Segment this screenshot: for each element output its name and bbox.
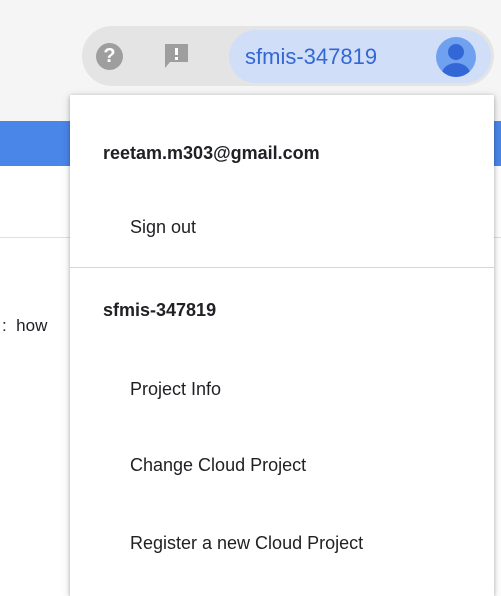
sign-out-menu-item[interactable]: Sign out	[130, 217, 196, 238]
project-account-chip[interactable]: sfmis-347819	[229, 30, 491, 83]
register-cloud-project-menu-item[interactable]: Register a new Cloud Project	[130, 533, 363, 554]
account-menu: reetam.m303@gmail.com Sign out sfmis-347…	[70, 95, 494, 596]
menu-divider	[70, 267, 494, 268]
account-email: reetam.m303@gmail.com	[103, 143, 320, 163]
avatar-head	[448, 44, 464, 60]
project-info-menu-item[interactable]: Project Info	[130, 379, 221, 400]
change-cloud-project-menu-item[interactable]: Change Cloud Project	[130, 455, 306, 476]
avatar-shoulders	[442, 63, 470, 77]
background-text: : how	[2, 316, 48, 335]
help-icon[interactable]: ?	[96, 43, 123, 70]
project-chip-label: sfmis-347819	[245, 44, 378, 69]
feedback-icon[interactable]	[163, 43, 190, 69]
account-avatar-icon[interactable]	[436, 37, 476, 77]
project-section-title: sfmis-347819	[103, 300, 217, 320]
